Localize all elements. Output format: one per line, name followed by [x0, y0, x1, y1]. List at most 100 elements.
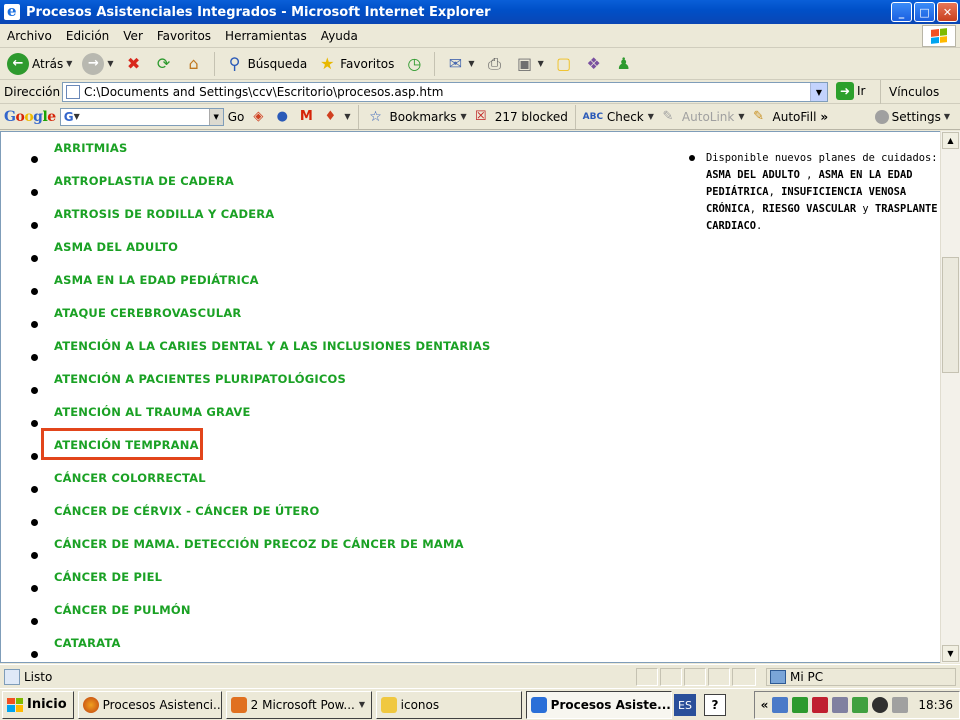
search-button[interactable]: ⚲ Búsqueda: [222, 51, 311, 77]
antivirus-icon[interactable]: [832, 697, 849, 713]
google-more-dropdown-icon[interactable]: ▼: [344, 112, 350, 121]
mail-button[interactable]: ✉ ▼: [442, 51, 477, 77]
task-iconos-folder[interactable]: iconos: [375, 690, 522, 719]
process-link[interactable]: CÁNCER DE MAMA. DETECCIÓN PRECOZ DE CÁNC…: [54, 537, 464, 551]
links-button[interactable]: Vínculos: [880, 80, 939, 104]
panda-icon[interactable]: [872, 697, 889, 713]
autofill-button[interactable]: AutoFill: [773, 110, 817, 124]
gmail-icon[interactable]: M: [296, 107, 316, 127]
toolbar-overflow-icon[interactable]: »: [820, 110, 828, 124]
edit-button[interactable]: ▣ ▼: [512, 51, 547, 77]
edit-dropdown-icon[interactable]: ▼: [538, 59, 544, 68]
autolink-dropdown-icon[interactable]: ▼: [738, 112, 744, 121]
menu-ayuda[interactable]: Ayuda: [314, 29, 365, 43]
process-link[interactable]: ATENCIÓN A PACIENTES PLURIPATOLÓGICOS: [54, 372, 346, 386]
address-input[interactable]: C:\Documents and Settings\ccv\Escritorio…: [62, 82, 828, 102]
menu-favoritos[interactable]: Favoritos: [150, 29, 218, 43]
bookmarks-button[interactable]: Bookmarks: [390, 110, 457, 124]
menu-archivo[interactable]: Archivo: [0, 29, 59, 43]
stop-button[interactable]: ✖: [121, 51, 147, 77]
process-link[interactable]: ATAQUE CEREBROVASCULAR: [54, 306, 242, 320]
messenger-tray-icon[interactable]: [852, 697, 869, 713]
scroll-up-icon[interactable]: ▲: [942, 132, 959, 149]
back-dropdown-icon[interactable]: ▼: [66, 59, 72, 68]
address-dropdown-icon[interactable]: ▼: [810, 83, 827, 101]
discuss-button[interactable]: ▢: [551, 51, 577, 77]
process-link[interactable]: CATARATA: [54, 636, 121, 650]
home-button[interactable]: ⌂: [181, 51, 207, 77]
task-internet-explorer[interactable]: Procesos Asiste...: [525, 690, 672, 719]
forward-button[interactable]: → ▼: [79, 51, 116, 77]
process-link[interactable]: ASMA EN LA EDAD PEDIÁTRICA: [54, 273, 259, 287]
security-icon[interactable]: [812, 697, 829, 713]
powerpoint-icon: [230, 696, 247, 713]
bookmarks-dropdown-icon[interactable]: ▼: [461, 112, 467, 121]
menu-edicion[interactable]: Edición: [59, 29, 116, 43]
news-icon[interactable]: ♦: [320, 107, 340, 127]
forward-dropdown-icon[interactable]: ▼: [107, 59, 113, 68]
start-button[interactable]: Inicio: [2, 690, 74, 719]
refresh-button[interactable]: ⟳: [151, 51, 177, 77]
globe-icon[interactable]: ●: [272, 107, 292, 127]
process-link[interactable]: CÁNCER DE PULMÓN: [54, 603, 191, 617]
google-logo[interactable]: Google: [4, 109, 56, 125]
google-search-dropdown-icon[interactable]: ▼: [208, 108, 223, 125]
process-link[interactable]: CÁNCER DE PIEL: [54, 570, 162, 584]
google-go-button[interactable]: Go: [228, 110, 245, 124]
settings-button[interactable]: Settings ▼: [874, 109, 960, 124]
menu-herramientas[interactable]: Herramientas: [218, 29, 314, 43]
network-green-icon[interactable]: [792, 697, 809, 713]
autolink-button[interactable]: AutoLink: [682, 110, 734, 124]
check-button[interactable]: Check: [607, 110, 644, 124]
google-search-input[interactable]: G ▼ ▼: [59, 107, 224, 126]
notice-separator: ,: [799, 169, 819, 181]
pagerank-icon[interactable]: ◈: [248, 107, 268, 127]
process-link[interactable]: ASMA DEL ADULTO: [54, 240, 178, 254]
task-firefox[interactable]: Procesos Asistenci...: [77, 690, 222, 719]
google-g-dropdown-icon[interactable]: ▼: [74, 112, 80, 121]
folder-icon: ▢: [556, 54, 572, 73]
messenger-button[interactable]: ♟: [611, 51, 637, 77]
minimize-button[interactable]: _: [891, 2, 912, 22]
favorites-button[interactable]: ★ Favoritos: [314, 51, 397, 77]
list-item: CÁNCER DE PIEL: [1, 561, 661, 594]
research-button[interactable]: ❖: [581, 51, 607, 77]
task-powerpoint[interactable]: 2 Microsoft Pow... ▼: [225, 690, 372, 719]
back-button[interactable]: ← Atrás ▼: [4, 51, 75, 77]
process-link[interactable]: ARRITMIAS: [54, 141, 127, 155]
mail-dropdown-icon[interactable]: ▼: [468, 59, 474, 68]
history-button[interactable]: ◷: [401, 51, 427, 77]
check-dropdown-icon[interactable]: ▼: [648, 112, 654, 121]
help-icon[interactable]: ?: [704, 694, 726, 716]
volume-icon[interactable]: [892, 697, 909, 713]
tray-expand-icon[interactable]: «: [761, 698, 769, 712]
print-icon: ⎙: [488, 53, 501, 73]
process-link[interactable]: ATENCIÓN AL TRAUMA GRAVE: [54, 405, 251, 419]
refresh-icon: ⟳: [156, 54, 171, 73]
list-bullet: [31, 255, 38, 262]
language-indicator[interactable]: ES: [674, 694, 696, 716]
computer-icon: [770, 670, 786, 684]
notice-item: ASMA DEL ADULTO: [706, 169, 800, 181]
scroll-thumb[interactable]: [942, 257, 959, 373]
page-icon: [66, 85, 80, 99]
favorites-label: Favoritos: [340, 56, 395, 71]
process-link[interactable]: CÁNCER COLORRECTAL: [54, 471, 206, 485]
popup-blocked-count[interactable]: 217 blocked: [495, 110, 568, 124]
vertical-scrollbar[interactable]: ▲ ▼: [940, 131, 960, 663]
go-button[interactable]: ➜ Ir: [836, 82, 865, 100]
process-link[interactable]: ARTROPLASTIA DE CADERA: [54, 174, 234, 188]
list-bullet: [31, 288, 38, 295]
process-link[interactable]: CÁNCER DE CÉRVIX - CÁNCER DE ÚTERO: [54, 504, 320, 518]
maximize-button[interactable]: □: [914, 2, 935, 22]
scroll-down-icon[interactable]: ▼: [942, 645, 959, 662]
messenger-icon: ♟: [616, 54, 631, 73]
list-bullet: [31, 519, 38, 526]
network-icon[interactable]: [772, 697, 789, 713]
process-link[interactable]: ARTROSIS DE RODILLA Y CADERA: [54, 207, 274, 221]
close-button[interactable]: ✕: [937, 2, 958, 22]
menu-ver[interactable]: Ver: [116, 29, 150, 43]
process-link[interactable]: ATENCIÓN A LA CARIES DENTAL Y A LAS INCL…: [54, 339, 490, 353]
notice-bullet: [689, 155, 695, 161]
print-button[interactable]: ⎙: [482, 51, 508, 77]
